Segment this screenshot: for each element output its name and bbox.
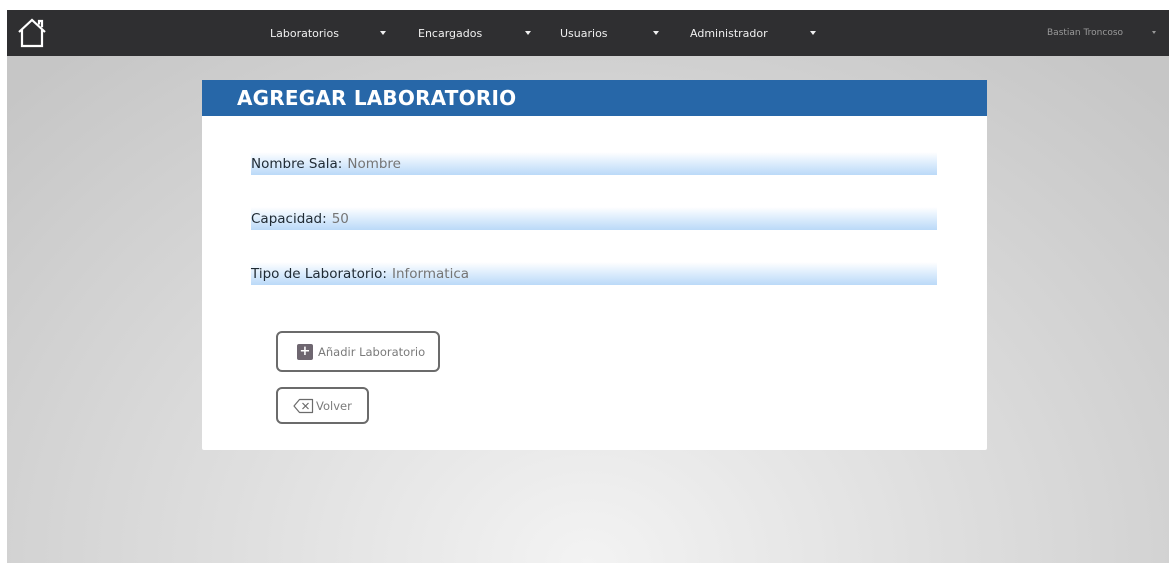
home-icon[interactable]	[15, 16, 49, 50]
user-menu[interactable]: Bastian Troncoso	[1047, 10, 1123, 56]
page-title: AGREGAR LABORATORIO	[237, 86, 517, 110]
nav-laboratorios-caret-icon[interactable]	[380, 31, 386, 35]
volver-label: Volver	[316, 398, 352, 413]
nav-administrador[interactable]: Administrador	[690, 10, 768, 56]
backspace-icon	[293, 398, 314, 413]
add-lab-form-card: AGREGAR LABORATORIO Nombre Sala: Capacid…	[202, 80, 987, 450]
nombre-sala-field: Nombre Sala:	[251, 152, 937, 175]
nav-laboratorios[interactable]: Laboratorios	[270, 10, 339, 56]
nav-administrador-caret-icon[interactable]	[810, 31, 816, 35]
nav-administrador-label: Administrador	[690, 26, 768, 40]
tipo-laboratorio-input[interactable]	[391, 262, 937, 285]
user-name-label: Bastian Troncoso	[1047, 28, 1124, 38]
tipo-laboratorio-label: Tipo de Laboratorio:	[251, 265, 387, 282]
nav-encargados-label: Encargados	[418, 26, 483, 40]
top-navbar: Laboratorios Encargados Usuarios Adminis…	[7, 10, 1169, 56]
page-background: Laboratorios Encargados Usuarios Adminis…	[7, 10, 1169, 563]
nav-encargados[interactable]: Encargados	[418, 10, 482, 56]
volver-button[interactable]: Volver	[276, 387, 369, 424]
plus-icon: +	[297, 343, 313, 360]
user-caret-icon[interactable]	[1152, 31, 1156, 34]
tipo-laboratorio-field: Tipo de Laboratorio:	[251, 262, 937, 285]
capacidad-field: Capacidad:	[251, 207, 937, 230]
card-header: AGREGAR LABORATORIO	[202, 80, 987, 116]
nav-encargados-caret-icon[interactable]	[525, 31, 531, 35]
add-laboratorio-button[interactable]: + Añadir Laboratorio	[276, 331, 440, 372]
nav-usuarios-label: Usuarios	[560, 26, 608, 40]
add-laboratorio-label: Añadir Laboratorio	[318, 344, 426, 359]
nav-usuarios-caret-icon[interactable]	[653, 31, 659, 35]
nombre-sala-label: Nombre Sala:	[251, 155, 343, 172]
nav-usuarios[interactable]: Usuarios	[560, 10, 608, 56]
capacidad-input[interactable]	[331, 207, 937, 230]
nav-laboratorios-label: Laboratorios	[270, 26, 339, 40]
capacidad-label: Capacidad:	[251, 210, 327, 227]
nombre-sala-input[interactable]	[347, 152, 937, 175]
